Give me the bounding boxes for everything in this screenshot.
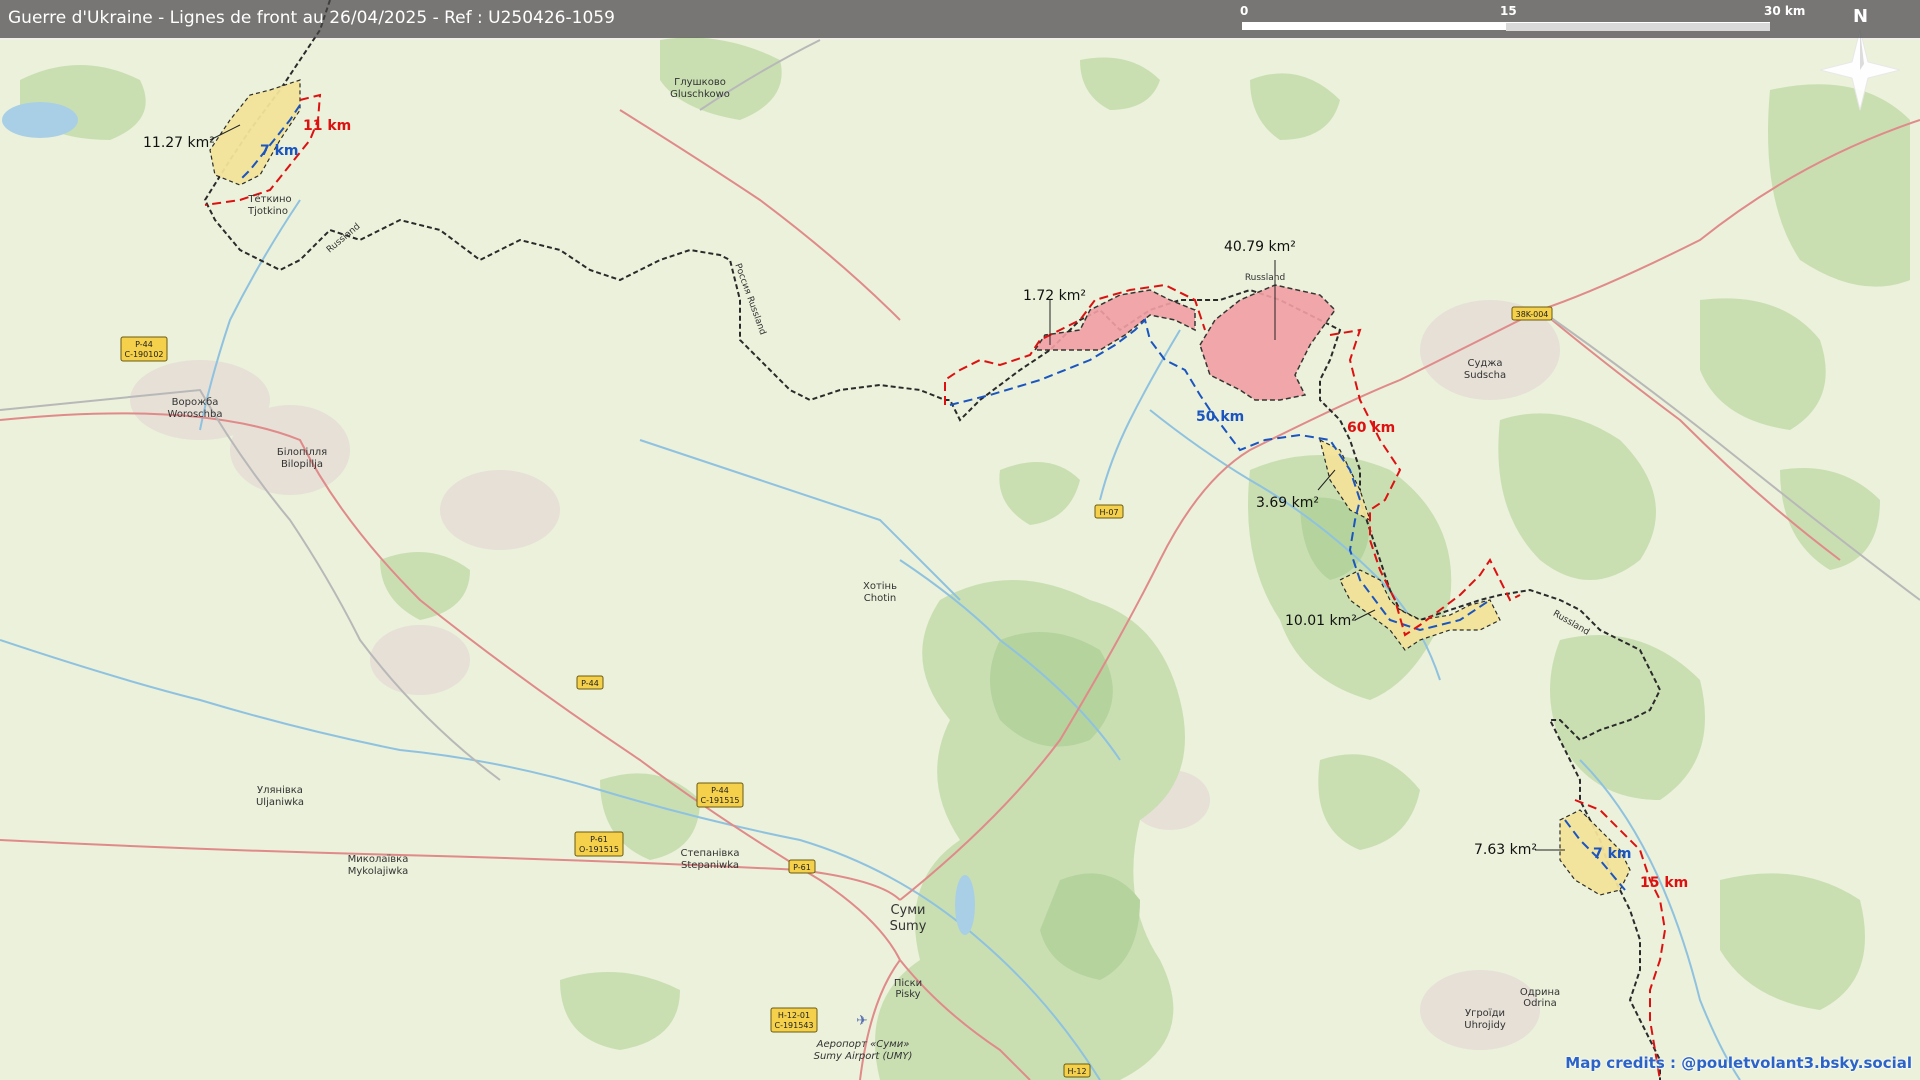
svg-text:P-61: P-61	[590, 835, 608, 844]
area-label-lower: 10.01 km²	[1285, 613, 1357, 629]
place-bilopillia: Білопілля	[277, 446, 327, 458]
pond	[955, 875, 975, 935]
road-shield-h1201: H-12-01 C-191543	[770, 1007, 818, 1033]
place-mykolaivka: Миколаївка	[348, 854, 409, 865]
place-glushkovo: Глушково	[674, 77, 726, 88]
place-pisky-latin: Pisky	[895, 989, 920, 1000]
scale-label-30: 30 km	[1764, 4, 1806, 18]
place-bilopillia-latin: Bilopillja	[281, 459, 323, 470]
scale-label-15: 15	[1500, 4, 1517, 18]
place-ulianivka: Улянівка	[257, 784, 303, 796]
area-label-se: 7.63 km²	[1474, 842, 1537, 858]
place-sudzha: Суджа	[1468, 358, 1503, 369]
distance-label-se-blue: 7 km	[1593, 846, 1632, 862]
scale-bar-gray	[1506, 22, 1770, 31]
road-shield-h12: H-12	[1063, 1063, 1091, 1078]
road-shield-h07: H-07	[1094, 504, 1124, 519]
road-shield-p61-b: P-61	[788, 859, 816, 874]
place-tyotkino: Тёткино	[247, 194, 291, 205]
road-shield-38k: 38K-004	[1511, 306, 1553, 321]
lake	[2, 102, 78, 138]
title-bar: Guerre d'Ukraine - Lignes de front au 26…	[0, 0, 1920, 38]
place-sudzha-latin: Sudscha	[1464, 370, 1506, 381]
airport-icon: ✈	[856, 1013, 868, 1029]
svg-text:P-44: P-44	[711, 786, 729, 795]
svg-text:P-44: P-44	[581, 679, 599, 688]
place-ulianivka-latin: Uljaniwka	[256, 797, 304, 808]
map-title: Guerre d'Ukraine - Lignes de front au 26…	[8, 8, 615, 28]
area-label-pink-large: 40.79 km²	[1224, 239, 1296, 255]
north-label: N	[1853, 6, 1869, 27]
place-mykolaivka-latin: Mykolajiwka	[348, 866, 408, 877]
place-uhroidy-latin: Uhrojidy	[1464, 1020, 1506, 1031]
svg-text:38K-004: 38K-004	[1516, 310, 1549, 319]
place-tyotkino-latin: Tjotkino	[247, 206, 288, 217]
place-vorozhba-latin: Woroschba	[168, 409, 223, 420]
road-shield-p44-b: P-44	[576, 675, 604, 690]
place-pisky: Піски	[894, 977, 922, 989]
road-shield-p61-a: P-61 O-191515	[574, 831, 624, 857]
distance-label-center-blue: 50 km	[1196, 409, 1244, 425]
road-shield-p44-c: P-44 C-191515	[696, 782, 744, 808]
place-odrina: Одрина	[1520, 987, 1560, 998]
map-credits: Map credits : @pouletvolant3.bsky.social	[1565, 1054, 1912, 1072]
scale-bar	[1242, 22, 1770, 32]
place-khotin-latin: Chotin	[864, 593, 896, 604]
place-sumy-latin: Sumy	[890, 919, 927, 934]
place-airport: Аеропорт «Суми»	[816, 1039, 910, 1050]
place-vorozhba: Ворожба	[172, 397, 219, 408]
map-canvas[interactable]: 11.27 km² 1.72 km² 40.79 km² 3.69 km² 10…	[0, 0, 1920, 1080]
svg-text:C-191515: C-191515	[700, 796, 739, 805]
place-glushkovo-latin: Gluschkowo	[670, 89, 730, 100]
svg-text:H-07: H-07	[1099, 508, 1118, 517]
road-shield-p44-a: P-44 C-190102	[120, 336, 168, 362]
place-odrina-latin: Odrina	[1523, 998, 1557, 1009]
scale-bar-white	[1242, 22, 1506, 30]
svg-text:C-191543: C-191543	[774, 1021, 813, 1030]
scale-label-0: 0	[1240, 4, 1249, 18]
area-label-mid: 3.69 km²	[1256, 495, 1319, 511]
distance-label-nw-red: 11 km	[303, 118, 351, 134]
area-label-pink-small: 1.72 km²	[1023, 288, 1086, 304]
svg-text:H-12-01: H-12-01	[778, 1011, 810, 1020]
place-stepanivka: Степанівка	[680, 847, 739, 859]
svg-text:C-190102: C-190102	[124, 350, 163, 359]
distance-label-nw-blue: 7 km	[260, 143, 299, 159]
svg-text:O-191515: O-191515	[579, 845, 619, 854]
place-uhroidy: Угроїди	[1465, 1008, 1505, 1019]
place-russland-1: Russland	[1245, 273, 1285, 283]
svg-text:P-61: P-61	[793, 863, 811, 872]
area-label-nw: 11.27 km²	[143, 135, 215, 151]
svg-text:P-44: P-44	[135, 340, 153, 349]
distance-label-se-red: 15 km	[1640, 875, 1688, 891]
svg-text:H-12: H-12	[1067, 1067, 1086, 1076]
place-sumy: Суми	[890, 903, 925, 918]
distance-label-center-red: 60 km	[1347, 420, 1395, 436]
place-khotin: Хотінь	[863, 580, 897, 592]
place-airport-latin: Sumy Airport (UMY)	[814, 1051, 913, 1062]
place-stepanivka-latin: Stepaniwka	[681, 860, 739, 871]
